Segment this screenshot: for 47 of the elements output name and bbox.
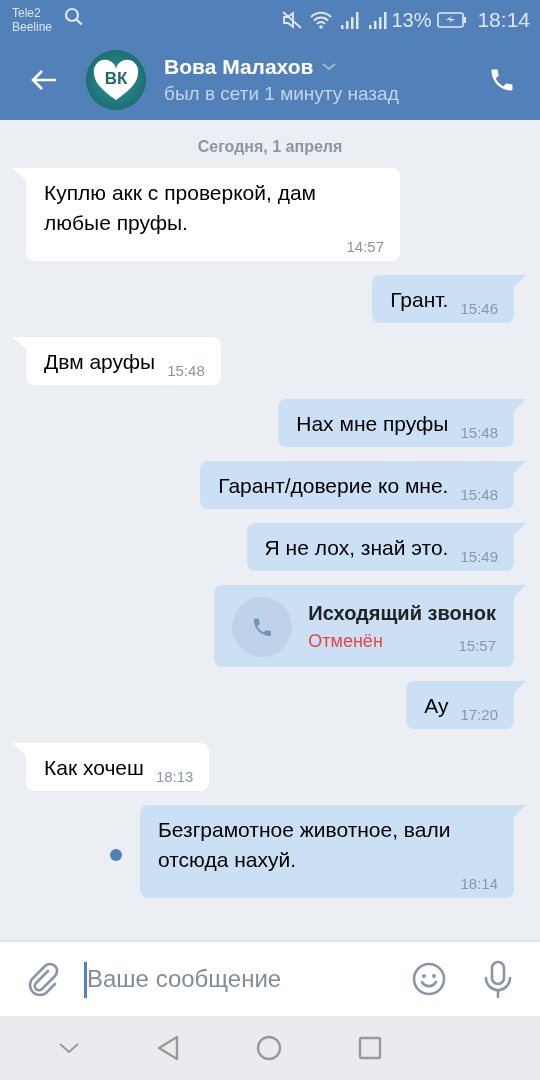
last-seen-status: был в сети 1 минуту назад (164, 83, 400, 105)
carrier-name: Beeline (12, 20, 53, 34)
message-text: Двм аруфы (44, 349, 156, 375)
message-text: Грант. (390, 287, 449, 313)
message-time: 14:57 (346, 238, 384, 255)
message-time: 15:48 (460, 424, 498, 441)
microphone-icon[interactable] (483, 960, 513, 998)
message-text: Куплю акк с проверкой, дам любые пруфы. (44, 180, 318, 236)
message-time: 15:46 (460, 300, 498, 317)
home-circle-icon[interactable] (256, 1035, 282, 1061)
message-time: 17:20 (460, 706, 498, 723)
search-icon (64, 7, 85, 27)
battery-percent: 13% (391, 8, 432, 32)
carrier-name: Tele2 (12, 6, 42, 20)
message-text: Нах мне пруфы (296, 411, 449, 437)
message-time: 15:49 (460, 548, 498, 565)
message-time: 15:48 (167, 362, 205, 379)
mute-icon (281, 10, 304, 30)
wifi-icon (309, 10, 334, 30)
message-time: 18:14 (460, 875, 498, 892)
message-text: Как хочеш (44, 755, 144, 781)
call-title: Исходящий звонок (308, 602, 496, 625)
contact-name[interactable]: Вова Малахов (164, 55, 314, 79)
back-triangle-icon[interactable] (156, 1035, 180, 1061)
chevron-down-icon[interactable] (321, 62, 338, 72)
message-text: Гарант/доверие ко мне. (218, 473, 449, 499)
message-text: Ау (424, 693, 449, 719)
signal-icon (367, 10, 390, 30)
paperclip-icon[interactable] (26, 962, 60, 996)
avatar[interactable]: ВК (86, 50, 146, 110)
date-divider: Сегодня, 1 апреля (196, 138, 344, 156)
recents-square-icon[interactable] (358, 1036, 382, 1060)
back-arrow-icon[interactable] (30, 68, 58, 92)
call-status: Отменён (308, 631, 383, 652)
message-time: 15:57 (458, 637, 496, 654)
message-input[interactable]: Ваше сообщение (0, 940, 540, 1016)
phone-icon (232, 597, 293, 657)
chevron-down-icon[interactable] (58, 1041, 80, 1055)
avatar-initials: ВК (103, 69, 129, 89)
smiley-icon[interactable] (411, 961, 447, 997)
battery-charging-icon (437, 12, 468, 28)
message-text: Я не лох, знай это. (264, 535, 449, 561)
message-time: 18:13 (155, 768, 194, 785)
signal-icon (339, 10, 362, 30)
clock: 18:14 (477, 8, 530, 32)
message-text: Безграмотное животное, вали отсюда нахуй. (158, 817, 452, 873)
message-time: 15:48 (460, 486, 498, 503)
